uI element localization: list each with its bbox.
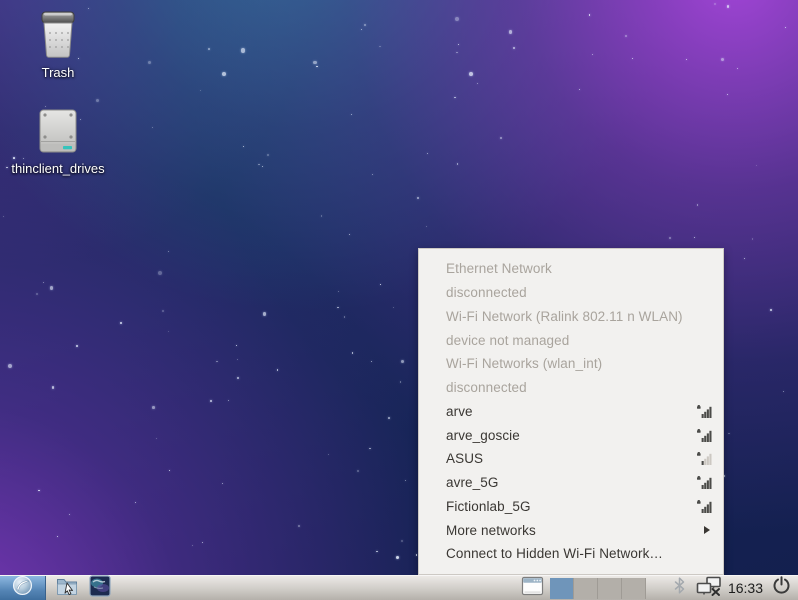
wifi-signal-lock-icon bbox=[697, 500, 713, 513]
network-menu-item[interactable]: More networks bbox=[419, 518, 723, 542]
taskbar: 16:33 bbox=[0, 575, 798, 600]
workspace-pager-cell[interactable] bbox=[598, 578, 622, 599]
network-menu-item: Wi-Fi Network (Ralink 802.11 n WLAN) bbox=[419, 305, 723, 329]
network-menu-item-label: device not managed bbox=[446, 333, 713, 348]
drive-icon bbox=[36, 108, 80, 159]
network-menu-item[interactable]: avre_5G bbox=[419, 471, 723, 495]
start-menu-button[interactable] bbox=[0, 576, 46, 600]
submenu-arrow-icon bbox=[704, 526, 710, 534]
network-menu-item-label: More networks bbox=[446, 523, 704, 538]
system-tray: 16:33 bbox=[646, 576, 798, 600]
network-tray-button[interactable] bbox=[696, 576, 724, 600]
window-list-button[interactable] bbox=[519, 576, 547, 600]
power-button[interactable] bbox=[770, 576, 792, 600]
bluetooth-tray-button[interactable] bbox=[673, 576, 687, 600]
workspace-switcher bbox=[550, 578, 646, 599]
network-menu-item[interactable]: Fictionlab_5G bbox=[419, 495, 723, 519]
lubuntu-logo-icon bbox=[12, 575, 33, 600]
network-menu-item-label: arve bbox=[446, 404, 697, 419]
show-desktop-button[interactable] bbox=[88, 576, 112, 600]
network-menu-item-label: ASUS bbox=[446, 451, 697, 466]
wifi-signal-lock-icon bbox=[697, 405, 713, 418]
network-menu-item: disconnected bbox=[419, 376, 723, 400]
network-menu-item[interactable]: Connect to Hidden Wi-Fi Network… bbox=[419, 542, 723, 566]
show-desktop-icon bbox=[89, 575, 111, 600]
network-menu-item[interactable]: arve_goscie bbox=[419, 423, 723, 447]
network-menu-item-label: disconnected bbox=[446, 380, 713, 395]
network-menu-item-label: Wi-Fi Networks (wlan_int) bbox=[446, 356, 713, 371]
taskbar-clock[interactable]: 16:33 bbox=[728, 580, 763, 596]
network-menu-item-label: Wi-Fi Network (Ralink 802.11 n WLAN) bbox=[446, 309, 713, 324]
window-list-icon bbox=[521, 576, 544, 600]
workspace-pager-cell[interactable] bbox=[622, 578, 646, 599]
network-manager-menu: Ethernet Network disconnected bbox=[418, 248, 724, 575]
network-menu-item-label: disconnected bbox=[446, 285, 713, 300]
desktop-icon-thinclient-drives[interactable]: thinclient_drives bbox=[8, 108, 108, 176]
desktop-icon-trash[interactable]: Trash bbox=[8, 10, 108, 80]
bluetooth-icon bbox=[674, 577, 685, 599]
network-menu-item[interactable]: ASUS bbox=[419, 447, 723, 471]
wifi-signal-lock-icon bbox=[697, 476, 713, 489]
workspace-pager-cell[interactable] bbox=[574, 578, 598, 599]
trash-icon bbox=[36, 10, 80, 63]
workspace-pager-cell[interactable] bbox=[550, 578, 574, 599]
file-manager-button[interactable] bbox=[55, 576, 79, 600]
power-icon bbox=[772, 576, 791, 600]
network-menu-item-label: Connect to Hidden Wi-Fi Network… bbox=[446, 546, 713, 561]
network-menu-item: device not managed bbox=[419, 328, 723, 352]
wifi-signal-lock-icon bbox=[697, 429, 713, 442]
wifi-signal-lock-icon bbox=[697, 452, 713, 465]
network-menu-item: disconnected bbox=[419, 281, 723, 305]
file-manager-icon bbox=[56, 576, 78, 600]
network-menu-item: Ethernet Network bbox=[419, 257, 723, 281]
network-menu-item-label: arve_goscie bbox=[446, 428, 697, 443]
desktop-icon-label: thinclient_drives bbox=[8, 161, 108, 176]
network-disconnected-icon bbox=[696, 576, 723, 600]
desktop: Trash thinclient_drives E bbox=[0, 0, 798, 600]
network-menu-item-label: Ethernet Network bbox=[446, 261, 713, 276]
network-menu-item-label: Fictionlab_5G bbox=[446, 499, 697, 514]
network-menu-item-label: avre_5G bbox=[446, 475, 697, 490]
desktop-icon-label: Trash bbox=[8, 65, 108, 80]
network-menu-item[interactable]: arve bbox=[419, 400, 723, 424]
network-menu-item: Wi-Fi Networks (wlan_int) bbox=[419, 352, 723, 376]
